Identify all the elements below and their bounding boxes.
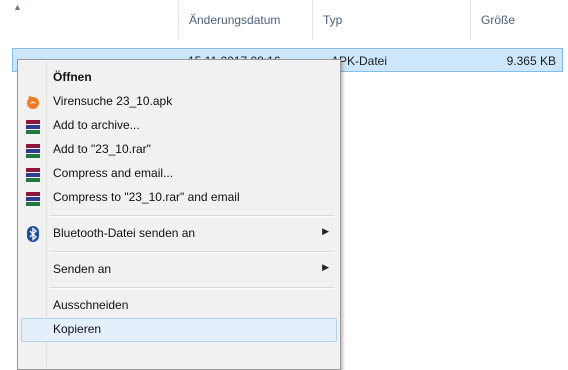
column-separator[interactable] (470, 0, 471, 40)
winrar-icon (25, 190, 41, 206)
winrar-icon (25, 118, 41, 134)
submenu-arrow-icon: ▶ (322, 226, 329, 236)
menu-item-bluetooth-send[interactable]: Bluetooth-Datei senden an ▶ (21, 222, 337, 246)
menu-item-add-to-archive[interactable]: Add to archive... (21, 114, 337, 138)
submenu-arrow-icon: ▶ (322, 262, 329, 272)
menu-item-label: Add to "23_10.rar" (53, 142, 151, 156)
column-header-type[interactable]: Typ (323, 13, 342, 27)
menu-separator (50, 287, 334, 289)
menu-item-cut[interactable]: Ausschneiden (21, 294, 337, 318)
file-size: 9.365 KB (506, 54, 556, 68)
menu-item-compress-to-rar-email[interactable]: Compress to "23_10.rar" and email (21, 186, 337, 210)
menu-item-compress-email[interactable]: Compress and email... (21, 162, 337, 186)
menu-item-open[interactable]: Öffnen (21, 66, 337, 90)
menu-item-label: Bluetooth-Datei senden an (53, 226, 196, 240)
menu-item-label: Add to archive... (53, 118, 140, 132)
column-separator[interactable] (312, 0, 313, 40)
menu-item-copy[interactable]: Kopieren (21, 318, 337, 342)
menu-item-label: Ausschneiden (53, 298, 129, 312)
winrar-icon (25, 142, 41, 158)
column-separator[interactable] (178, 0, 179, 40)
column-header-size[interactable]: Größe (481, 13, 515, 27)
avast-icon (25, 94, 41, 110)
menu-item-label: Virensuche 23_10.apk (53, 94, 173, 108)
column-header-date[interactable]: Änderungsdatum (189, 13, 280, 27)
menu-separator (50, 251, 334, 253)
column-header-bar: ▲ Änderungsdatum Typ Größe (0, 0, 568, 40)
menu-item-label: Compress to "23_10.rar" and email (53, 190, 240, 204)
menu-separator (50, 215, 334, 217)
menu-item-label: Compress and email... (53, 166, 174, 180)
bluetooth-icon (25, 226, 41, 242)
winrar-icon (25, 166, 41, 182)
menu-item-label: Kopieren (53, 322, 102, 336)
context-menu: Öffnen Virensuche 23_10.apk Add to archi… (17, 59, 341, 370)
menu-item-virus-scan[interactable]: Virensuche 23_10.apk (21, 90, 337, 114)
menu-item-label: Öffnen (53, 70, 92, 84)
menu-item-add-to-rar[interactable]: Add to "23_10.rar" (21, 138, 337, 162)
sort-up-icon[interactable]: ▲ (13, 2, 22, 12)
menu-item-label: Senden an (53, 262, 112, 276)
menu-item-send-to[interactable]: Senden an ▶ (21, 258, 337, 282)
